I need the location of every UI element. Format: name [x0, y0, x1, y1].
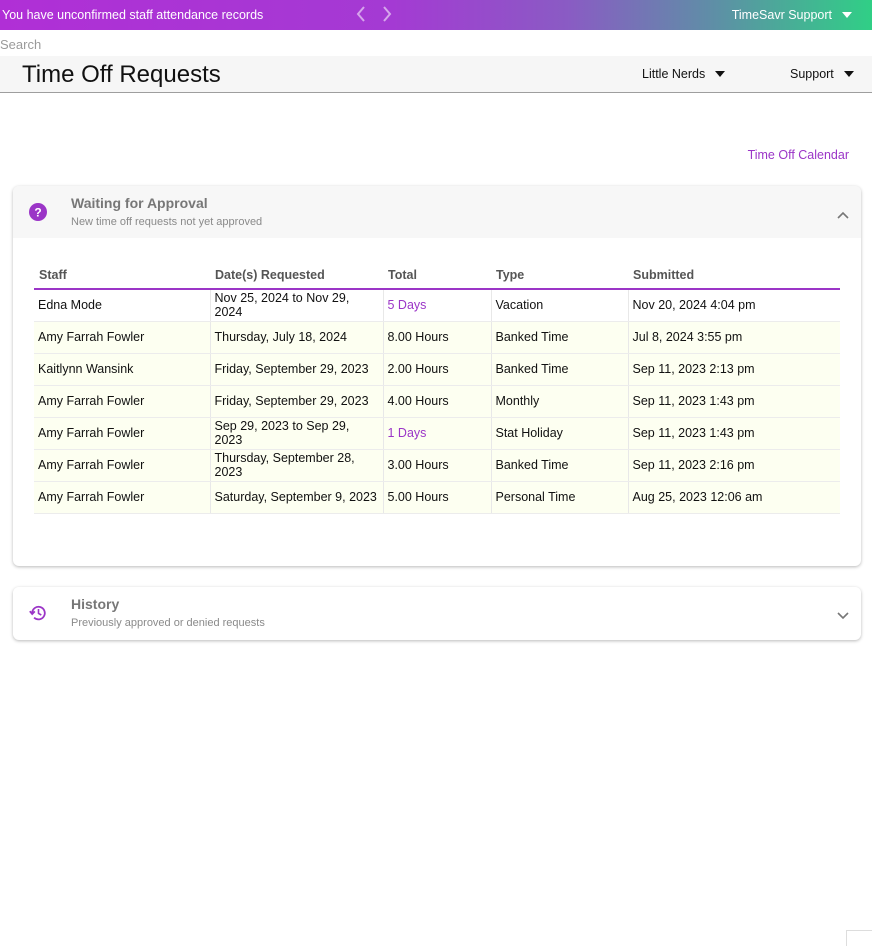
column-header-type[interactable]: Type — [491, 262, 628, 290]
cell-total: 3.00 Hours — [382, 449, 491, 482]
cell-type: Banked Time — [490, 449, 628, 482]
table-row[interactable]: Amy Farrah Fowler Thursday, July 18, 202… — [34, 321, 840, 354]
cell-submitted: Sep 11, 2023 1:43 pm — [627, 417, 840, 450]
column-header-dates[interactable]: Date(s) Requested — [210, 262, 383, 290]
search-input[interactable] — [0, 36, 300, 52]
recaptcha-badge[interactable] — [846, 930, 872, 946]
caret-down-icon — [715, 71, 726, 77]
cell-staff: Edna Mode — [34, 289, 210, 322]
attendance-notice[interactable]: You have unconfirmed staff attendance re… — [2, 8, 263, 22]
pending-requests-table: Staff Date(s) Requested Total Type Submi… — [34, 262, 840, 514]
approval-panel-subtitle: New time off requests not yet approved — [71, 216, 263, 228]
column-header-submitted[interactable]: Submitted — [628, 262, 840, 290]
history-icon — [29, 604, 47, 622]
table-row[interactable]: Edna Mode Nov 25, 2024 to Nov 29, 2024 5… — [34, 289, 840, 322]
caret-down-icon — [842, 12, 852, 18]
cell-type: Monthly — [490, 385, 628, 418]
column-header-total[interactable]: Total — [383, 262, 491, 290]
history-panel: History Previously approved or denied re… — [13, 587, 861, 640]
cell-staff: Amy Farrah Fowler — [34, 481, 210, 514]
support-dropdown[interactable]: Support — [790, 67, 854, 81]
page-header: Time Off Requests Little Nerds Support — [0, 56, 872, 93]
caret-down-icon — [843, 71, 854, 77]
cell-staff: Amy Farrah Fowler — [34, 385, 210, 418]
cell-dates: Friday, September 29, 2023 — [209, 385, 383, 418]
cell-staff: Kaitlynn Wansink — [34, 353, 210, 386]
history-panel-header[interactable]: History Previously approved or denied re… — [13, 587, 861, 639]
column-header-staff[interactable]: Staff — [34, 262, 210, 290]
cell-type: Personal Time — [490, 481, 628, 514]
history-panel-title: History — [71, 596, 120, 612]
approval-panel-title: Waiting for Approval — [71, 195, 208, 211]
cell-submitted: Nov 20, 2024 4:04 pm — [627, 289, 840, 322]
cell-dates: Thursday, July 18, 2024 — [209, 321, 383, 354]
cell-type: Stat Holiday — [490, 417, 628, 450]
table-row[interactable]: Kaitlynn Wansink Friday, September 29, 2… — [34, 353, 840, 386]
cell-dates: Friday, September 29, 2023 — [209, 353, 383, 386]
chevron-down-icon[interactable] — [837, 607, 849, 620]
cell-submitted: Sep 11, 2023 1:43 pm — [627, 385, 840, 418]
waiting-for-approval-panel: ? Waiting for Approval New time off requ… — [13, 186, 861, 566]
cell-total: 8.00 Hours — [382, 321, 491, 354]
table-header-row: Staff Date(s) Requested Total Type Submi… — [34, 262, 840, 290]
cell-submitted: Aug 25, 2023 12:06 am — [627, 481, 840, 514]
cell-type: Banked Time — [490, 321, 628, 354]
cell-total[interactable]: 1 Days — [382, 417, 491, 450]
cell-submitted: Sep 11, 2023 2:13 pm — [627, 353, 840, 386]
history-panel-subtitle: Previously approved or denied requests — [71, 617, 265, 629]
table-row[interactable]: Amy Farrah Fowler Thursday, September 28… — [34, 449, 840, 482]
notification-bar: You have unconfirmed staff attendance re… — [0, 0, 872, 30]
cell-total: 5.00 Hours — [382, 481, 491, 514]
cell-type: Banked Time — [490, 353, 628, 386]
timesavr-support-menu[interactable]: TimeSavr Support — [732, 8, 852, 22]
svg-text:?: ? — [34, 206, 41, 220]
cell-total: 2.00 Hours — [382, 353, 491, 386]
table-row[interactable]: Amy Farrah Fowler Friday, September 29, … — [34, 385, 840, 418]
support-label: Support — [790, 67, 834, 81]
time-off-calendar-link[interactable]: Time Off Calendar — [748, 148, 849, 162]
cell-submitted: Sep 11, 2023 2:16 pm — [627, 449, 840, 482]
cell-dates: Thursday, September 28, 2023 — [209, 449, 383, 482]
cell-dates: Nov 25, 2024 to Nov 29, 2024 — [209, 289, 383, 322]
chevron-left-icon[interactable] — [354, 4, 368, 24]
page-title: Time Off Requests — [22, 61, 221, 88]
table-row[interactable]: Amy Farrah Fowler Sep 29, 2023 to Sep 29… — [34, 417, 840, 450]
cell-total[interactable]: 5 Days — [382, 289, 491, 322]
cell-staff: Amy Farrah Fowler — [34, 417, 210, 450]
chevron-up-icon[interactable] — [837, 206, 849, 219]
cell-submitted: Jul 8, 2024 3:55 pm — [627, 321, 840, 354]
cell-dates: Saturday, September 9, 2023 — [209, 481, 383, 514]
approval-panel-header[interactable]: ? Waiting for Approval New time off requ… — [13, 186, 861, 238]
chevron-right-icon[interactable] — [380, 4, 394, 24]
table-row[interactable]: Amy Farrah Fowler Saturday, September 9,… — [34, 481, 840, 514]
cell-dates: Sep 29, 2023 to Sep 29, 2023 — [209, 417, 383, 450]
organization-label: Little Nerds — [642, 67, 706, 81]
organization-dropdown[interactable]: Little Nerds — [642, 67, 726, 81]
help-circle-icon: ? — [29, 203, 47, 221]
cell-staff: Amy Farrah Fowler — [34, 449, 210, 482]
cell-type: Vacation — [490, 289, 628, 322]
cell-staff: Amy Farrah Fowler — [34, 321, 210, 354]
cell-total: 4.00 Hours — [382, 385, 491, 418]
notice-nav — [354, 4, 394, 24]
timesavr-support-label: TimeSavr Support — [731, 8, 832, 22]
